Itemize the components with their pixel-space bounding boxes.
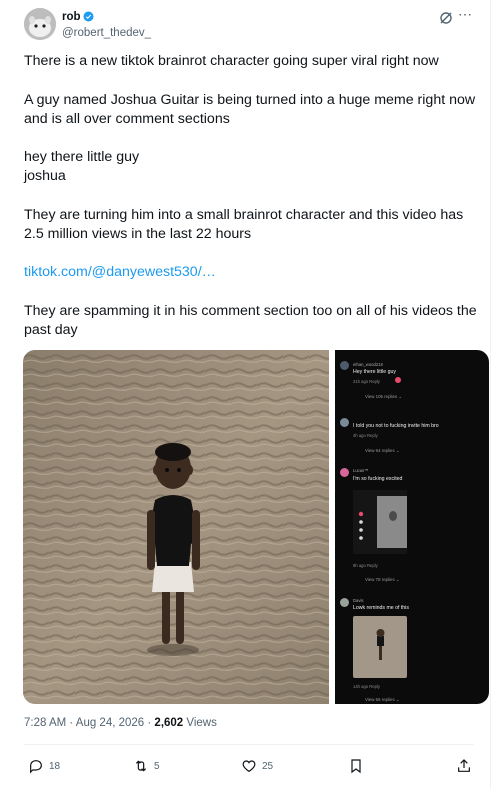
commenter-avatar [340,598,349,607]
reply-button[interactable]: 18 [28,758,60,774]
commenter-avatar [340,468,349,477]
view-replies-link[interactable]: View 66 replies ⌄ [365,697,400,703]
view-replies-link[interactable]: View 78 replies ⌄ [365,577,400,583]
comment-text: I'm so fucking excited [353,476,403,482]
bookmark-icon [351,759,361,774]
emoji-reaction-icon [395,377,401,383]
comment-username: ethan_wood218 [353,362,383,367]
tweet-timestamp[interactable]: 7:28 AM · Aug 24, 2026 · 2,602 Views [24,717,217,729]
author-name[interactable]: rob [62,11,81,23]
views-label: Views [183,717,217,729]
verified-badge-icon [83,11,94,22]
comment-text: I told you not to fucking invite him bro [353,423,439,429]
repost-icon [135,760,147,772]
reply-icon [30,760,42,774]
tweet-text-paragraph: There is a new tiktok brainrot character… [24,53,439,69]
like-count: 25 [262,760,274,772]
author-handle[interactable]: @robert_thedev_ [62,27,151,39]
share-icon [458,759,470,772]
divider [24,744,474,745]
comment-text: Hey there little guy [353,369,396,375]
comments-screenshot-image[interactable]: ethan_wood218 Hey there little guy 21h a… [335,350,489,704]
comment-meta: 14h ago Reply [353,684,381,689]
commenter-avatar [340,361,349,370]
comment-meta: 21h ago Reply [353,379,381,384]
tweet-text-paragraph: A guy named Joshua Guitar is being turne… [24,92,476,127]
avatar[interactable] [24,8,56,40]
comment-username: Lucas™ [353,468,369,473]
tiktok-link[interactable]: tiktok.com/@danyewest530/… [24,263,484,282]
grok-icon[interactable] [438,10,454,26]
commenter-avatar [340,418,349,427]
tweet-text-paragraph: hey there little guy joshua [24,149,140,184]
comment-image[interactable] [353,616,407,678]
comment-meta: 8h ago Reply [353,563,378,568]
like-button[interactable]: 25 [241,758,273,774]
comment-video-preview-image[interactable] [353,490,407,554]
video-thumbnail-image[interactable] [23,350,329,704]
tweet: rob @robert_thedev_ ⋯ There is a new tik… [0,0,491,789]
comment-text: Lowk reminds me of this [353,605,409,611]
comment-meta: 4h ago Reply [353,433,378,438]
heart-icon [242,760,256,773]
views-count: 2,602 [154,717,184,729]
repost-button[interactable]: 5 [133,758,160,774]
bookmark-button[interactable] [348,758,364,774]
view-replies-link[interactable]: View 64 replies ⌄ [365,448,400,454]
reply-count: 18 [49,760,61,772]
view-replies-link[interactable]: View 105 replies ⌄ [365,394,402,400]
tweet-text-paragraph: They are spamming it in his comment sect… [24,303,477,338]
share-button[interactable] [456,758,472,774]
more-options-icon[interactable]: ⋯ [458,6,476,24]
comment-username: Davis [353,598,364,603]
post-time[interactable]: 7:28 AM · Aug 24, 2026 · [24,717,154,729]
repost-count: 5 [154,760,160,772]
tweet-text-paragraph: They are turning him into a small brainr… [24,207,464,242]
